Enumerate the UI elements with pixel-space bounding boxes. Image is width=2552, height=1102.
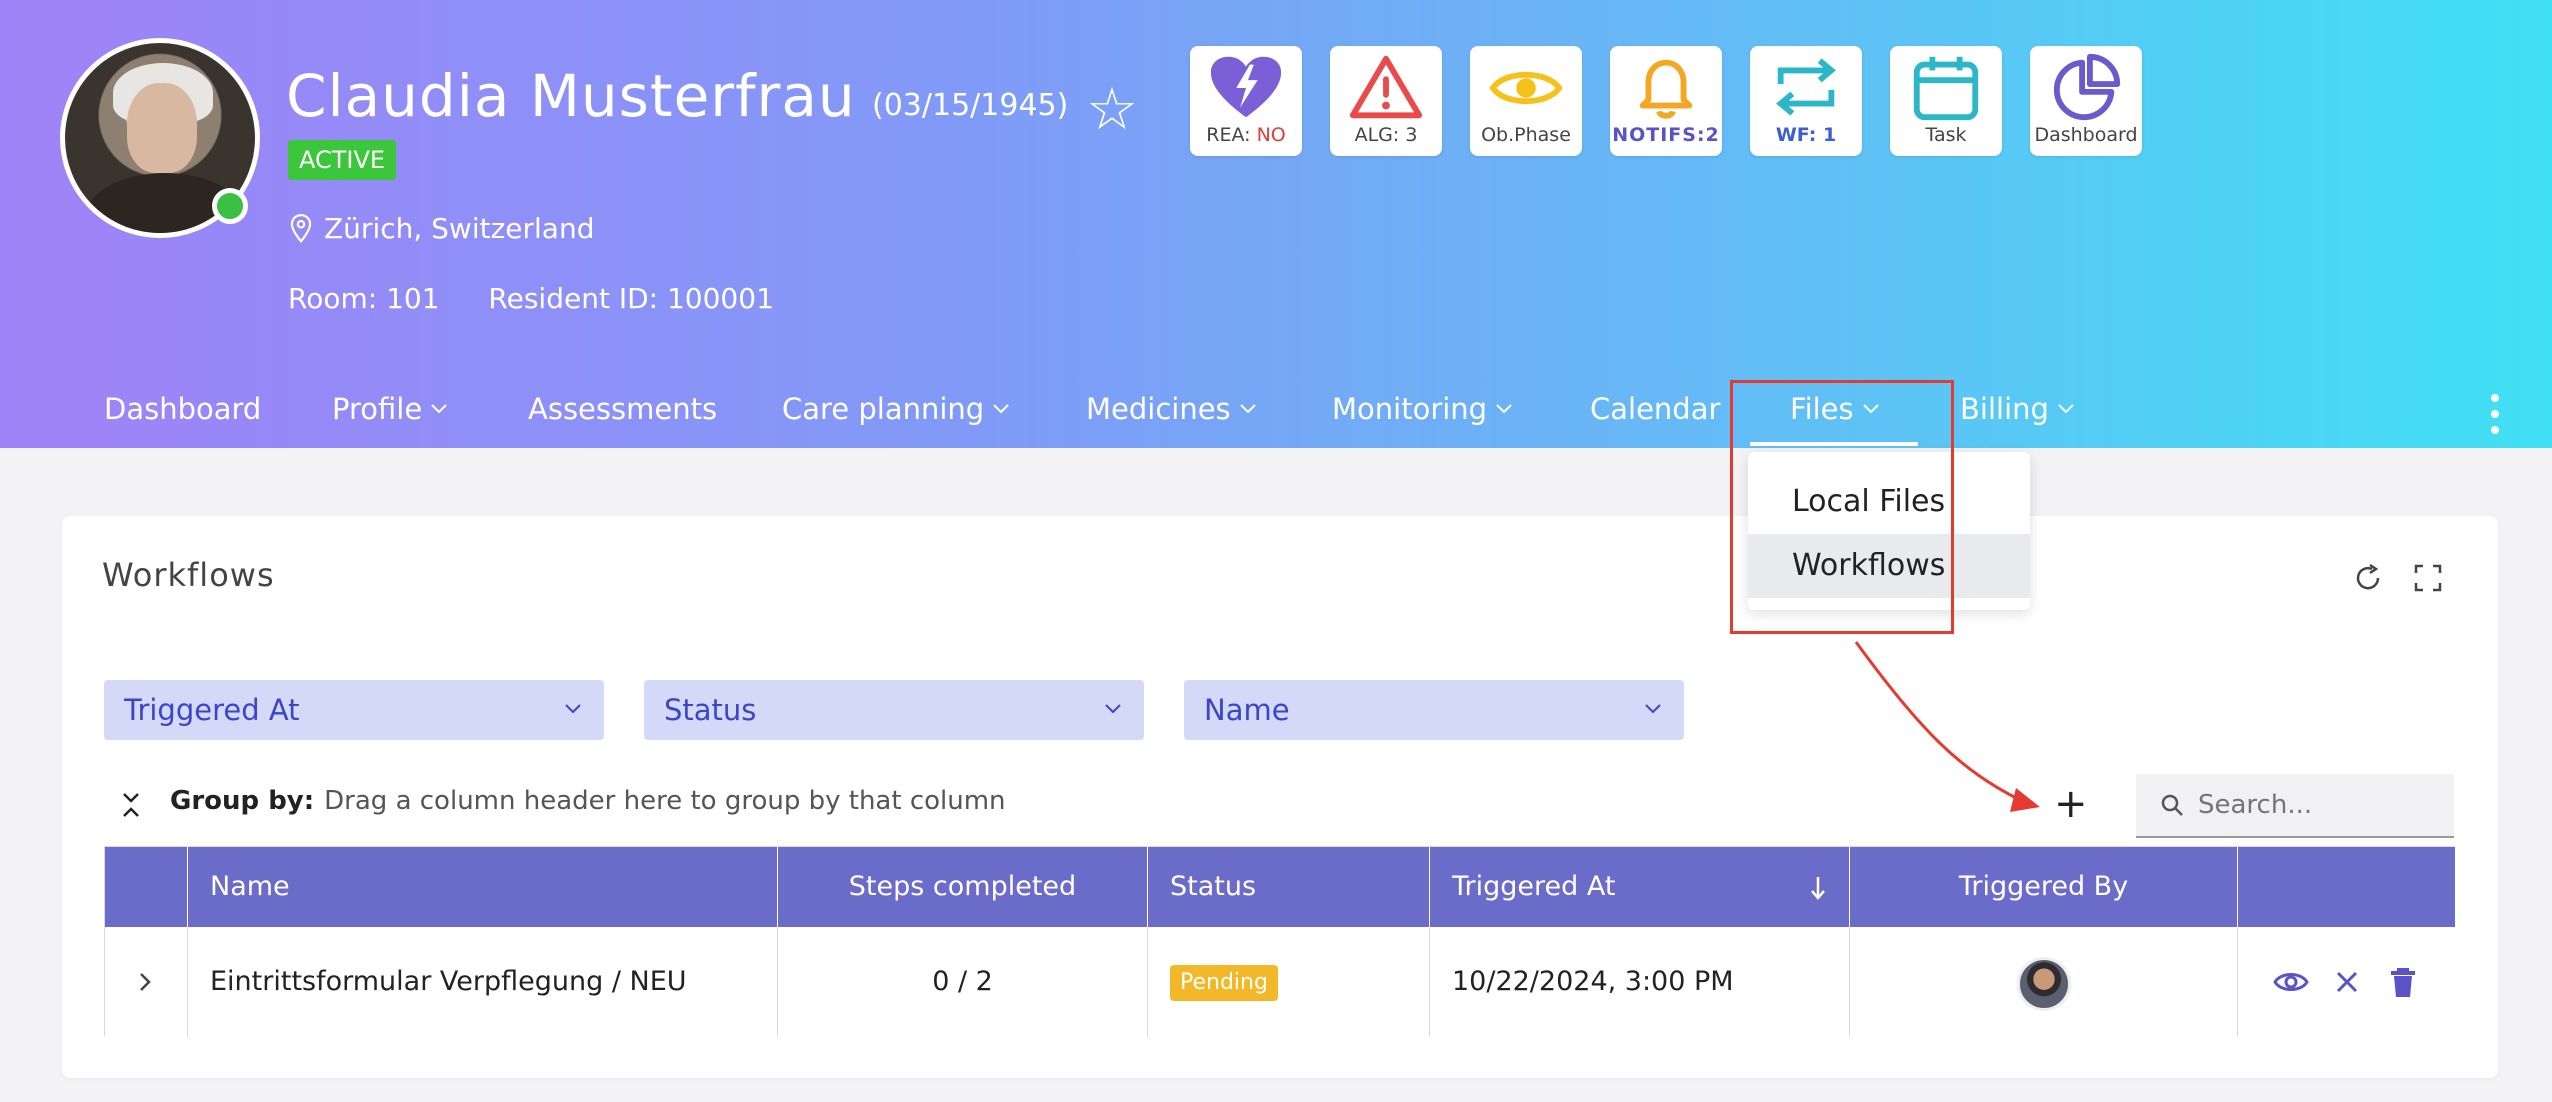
nav-care-planning-label: Care planning: [782, 392, 985, 426]
nav-dashboard[interactable]: Dashboard: [104, 392, 261, 426]
col-triggered-by[interactable]: Triggered By: [1849, 847, 2237, 927]
filter-status[interactable]: Status: [644, 680, 1144, 740]
add-workflow-button[interactable]: +: [2054, 784, 2088, 824]
warning-triangle-icon: [1349, 55, 1423, 119]
location-pin-icon: [290, 213, 312, 243]
location-text: Zürich, Switzerland: [324, 212, 595, 245]
annotation-highlight-box: [1730, 380, 1954, 634]
chevron-down-icon: [2058, 404, 2074, 414]
nav-assessments[interactable]: Assessments: [528, 392, 717, 426]
chevron-down-icon: [1645, 704, 1661, 714]
tile-ob-phase[interactable]: Ob.Phase: [1470, 46, 1582, 156]
nav-billing-label: Billing: [1960, 392, 2049, 426]
nav-assessments-label: Assessments: [528, 392, 718, 426]
patient-name: Claudia Musterfrau: [286, 62, 856, 130]
main-nav: Dashboard Profile Assessments Care plann…: [0, 378, 2552, 448]
repeat-arrows-icon: [1776, 58, 1836, 116]
group-by-hint: Drag a column header here to group by th…: [324, 786, 1006, 816]
collapse-groups-icon[interactable]: [120, 790, 142, 820]
chevron-down-icon: [993, 404, 1009, 414]
group-by-panel[interactable]: Group by: Drag a column header here to g…: [170, 786, 1006, 816]
filter-name[interactable]: Name: [1184, 680, 1684, 740]
calendar-icon: [1913, 56, 1979, 121]
cell-triggered-at: 10/22/2024, 3:00 PM: [1429, 927, 1849, 1037]
chevron-down-icon: [1496, 404, 1512, 414]
workflows-table: Name Steps completed Status Triggered At…: [104, 846, 2455, 1037]
tile-task-label: Task: [1925, 124, 1967, 146]
chevron-down-icon: [1105, 704, 1121, 714]
pie-chart-icon: [2053, 53, 2121, 120]
expand-row-icon[interactable]: [137, 971, 153, 993]
eye-icon: [1489, 71, 1563, 105]
card-title: Workflows: [102, 556, 275, 594]
col-steps-completed[interactable]: Steps completed: [777, 847, 1147, 927]
tile-notifs[interactable]: NOTIFS:2: [1610, 46, 1722, 156]
cancel-x-icon[interactable]: [2329, 965, 2365, 999]
status-badge: ACTIVE: [288, 140, 397, 180]
chevron-down-icon: [431, 404, 447, 414]
tile-dashboard[interactable]: Dashboard: [2030, 46, 2142, 156]
search-box[interactable]: [2136, 774, 2454, 838]
nav-dashboard-label: Dashboard: [104, 392, 262, 426]
more-options-icon[interactable]: [2488, 394, 2502, 434]
patient-dob: (03/15/1945): [872, 88, 1069, 123]
tile-notifs-label: NOTIFS:2: [1612, 124, 1720, 146]
pending-badge: Pending: [1170, 964, 1278, 1001]
tile-alg-label: ALG: 3: [1354, 124, 1418, 146]
filter-triggered-at[interactable]: Triggered At: [104, 680, 604, 740]
bell-icon: [1639, 59, 1693, 119]
fullscreen-icon[interactable]: [2412, 562, 2444, 594]
chevron-down-icon: [1239, 404, 1256, 414]
patient-meta: Room: 101 Resident ID: 100001: [288, 282, 814, 315]
nav-monitoring[interactable]: Monitoring: [1332, 392, 1513, 426]
filter-status-label: Status: [664, 693, 757, 727]
nav-medicines[interactable]: Medicines: [1086, 392, 1257, 426]
room-number: Room: 101: [288, 282, 440, 315]
tile-task[interactable]: Task: [1890, 46, 2002, 156]
tile-alg[interactable]: ALG: 3: [1330, 46, 1442, 156]
group-by-label: Group by:: [170, 786, 315, 816]
col-status[interactable]: Status: [1147, 847, 1429, 927]
tile-rea-label: REA: NO: [1206, 124, 1286, 146]
online-status-dot: [212, 188, 248, 224]
nav-calendar-label: Calendar: [1590, 392, 1721, 426]
filter-triggered-at-label: Triggered At: [124, 693, 300, 727]
nav-profile[interactable]: Profile: [332, 392, 448, 426]
sort-desc-icon[interactable]: [1809, 875, 1827, 901]
chevron-down-icon: [565, 704, 581, 714]
table-row[interactable]: Eintrittsformular Verpflegung / NEU 0 / …: [105, 927, 2455, 1037]
col-triggered-at-label: Triggered At: [1452, 871, 1616, 902]
patient-header: Claudia Musterfrau (03/15/1945) ☆ ACTIVE…: [0, 0, 2552, 448]
resident-id: Resident ID: 100001: [488, 282, 774, 315]
search-input[interactable]: [2198, 790, 2428, 820]
delete-trash-icon[interactable]: [2385, 965, 2421, 999]
col-name[interactable]: Name: [187, 847, 777, 927]
quick-tiles: REA: NO ALG: 3 Ob.Phase NOTIFS:2 WF: 1 T…: [1190, 46, 2142, 156]
view-eye-icon[interactable]: [2273, 965, 2309, 999]
nav-medicines-label: Medicines: [1086, 392, 1231, 426]
col-actions: [2237, 847, 2455, 927]
favorite-star-icon[interactable]: ☆: [1086, 80, 1138, 138]
search-icon: [2161, 794, 2183, 816]
nav-care-planning[interactable]: Care planning: [782, 392, 1010, 426]
cell-name: Eintrittsformular Verpflegung / NEU: [187, 927, 777, 1037]
tile-rea[interactable]: REA: NO: [1190, 46, 1302, 156]
tile-workflows-label: WF: 1: [1775, 124, 1837, 146]
triggered-by-avatar[interactable]: [2017, 957, 2071, 1011]
cell-steps: 0 / 2: [777, 927, 1147, 1037]
table-header: Name Steps completed Status Triggered At…: [105, 847, 2455, 927]
cell-status: Pending: [1147, 927, 1429, 1037]
nav-profile-label: Profile: [332, 392, 423, 426]
patient-location: Zürich, Switzerland: [288, 212, 594, 245]
nav-billing[interactable]: Billing: [1960, 392, 2075, 426]
nav-monitoring-label: Monitoring: [1332, 392, 1488, 426]
filter-name-label: Name: [1204, 693, 1290, 727]
nav-calendar[interactable]: Calendar: [1590, 392, 1720, 426]
tile-workflows[interactable]: WF: 1: [1750, 46, 1862, 156]
refresh-icon[interactable]: [2352, 562, 2384, 594]
tile-ob-phase-label: Ob.Phase: [1481, 124, 1571, 146]
heart-bolt-icon: [1210, 56, 1282, 118]
col-triggered-at[interactable]: Triggered At: [1429, 847, 1849, 927]
tile-dashboard-label: Dashboard: [2034, 124, 2138, 146]
